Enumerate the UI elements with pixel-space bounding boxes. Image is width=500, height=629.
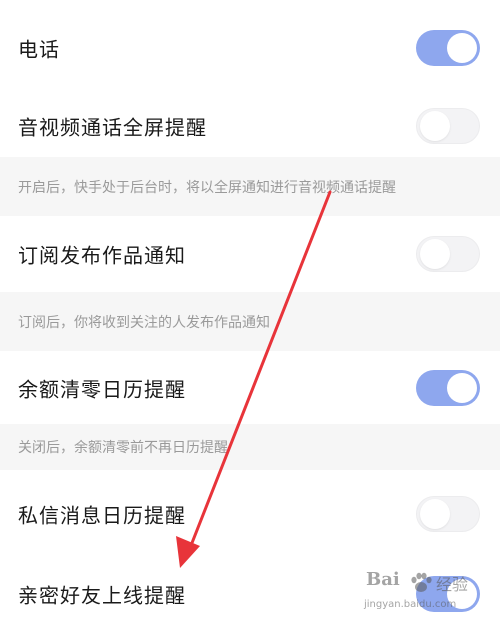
setting-description-av-call: 开启后，快手处于后台时，将以全屏通知进行音视频通话提醒 xyxy=(18,179,396,196)
setting-label-subscribe-works: 订阅发布作品通知 xyxy=(18,243,186,268)
setting-label-av-call-fullscreen: 音视频通话全屏提醒 xyxy=(18,115,207,140)
toggle-av-call-fullscreen[interactable] xyxy=(416,108,480,144)
toggle-subscribe-works[interactable] xyxy=(416,236,480,272)
toggle-phone[interactable] xyxy=(416,29,480,66)
toggle-balance-reset[interactable] xyxy=(416,369,480,406)
setting-description-block: 关闭后，余额清零前不再日历提醒 xyxy=(0,424,500,470)
baidu-watermark: Bai 经验 jingyan.baidu.com xyxy=(364,569,494,619)
watermark-url: jingyan.baidu.com xyxy=(364,599,457,610)
paw-icon xyxy=(411,572,432,592)
setting-label-phone: 电话 xyxy=(18,37,60,61)
toggle-knob xyxy=(447,372,477,403)
setting-description-subscribe: 订阅后，你将收到关注的人发布作品通知 xyxy=(18,314,270,331)
setting-description-balance: 关闭后，余额清零前不再日历提醒 xyxy=(18,440,228,456)
setting-row-balance-reset[interactable]: 余额清零日历提醒 xyxy=(0,351,500,424)
toggle-dm-calendar[interactable] xyxy=(416,496,480,532)
toggle-knob xyxy=(420,499,450,529)
setting-row-av-call-fullscreen[interactable]: 音视频通话全屏提醒 xyxy=(0,95,500,157)
setting-row-dm-calendar[interactable]: 私信消息日历提醒 xyxy=(0,470,500,558)
watermark-brand: Bai xyxy=(366,569,400,590)
setting-label-close-friend-online: 亲密好友上线提醒 xyxy=(18,583,186,607)
toggle-knob xyxy=(420,111,450,141)
toggle-knob xyxy=(447,32,477,63)
watermark-brand-cn: 经验 xyxy=(436,575,469,594)
setting-row-subscribe-works[interactable]: 订阅发布作品通知 xyxy=(0,216,500,292)
setting-label-dm-calendar: 私信消息日历提醒 xyxy=(18,503,186,528)
toggle-knob xyxy=(420,239,450,269)
setting-label-balance-reset: 余额清零日历提醒 xyxy=(18,377,186,401)
setting-row-phone[interactable]: 电话 xyxy=(0,0,500,95)
setting-description-block: 订阅后，你将收到关注的人发布作品通知 xyxy=(0,292,500,351)
setting-description-block: 开启后，快手处于后台时，将以全屏通知进行音视频通话提醒 xyxy=(0,157,500,216)
